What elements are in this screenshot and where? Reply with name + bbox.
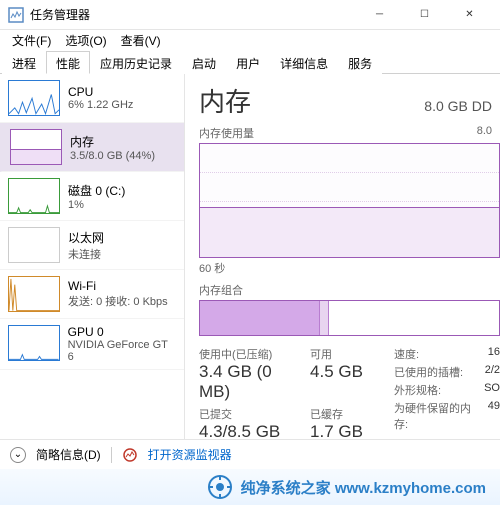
chart-x-axis: 60 秒 — [199, 260, 500, 276]
usage-chart-label: 内存使用量 — [199, 125, 254, 141]
sidebar-item-memory[interactable]: 内存 3.5/8.0 GB (44%) — [0, 123, 184, 172]
detail-slots-value: 2/2 — [485, 364, 500, 380]
watermark-logo-icon — [207, 474, 233, 500]
memory-thumb — [10, 129, 62, 165]
separator — [111, 447, 112, 463]
menu-view[interactable]: 查看(V) — [115, 31, 167, 50]
tabbar: 进程 性能 应用历史记录 启动 用户 详细信息 服务 — [0, 50, 500, 74]
composition-label: 内存组合 — [199, 282, 243, 298]
menu-options[interactable]: 选项(O) — [59, 31, 112, 50]
sidebar: CPU 6% 1.22 GHz 内存 3.5/8.0 GB (44%) 磁盘 0… — [0, 74, 185, 469]
sidebar-item-cpu[interactable]: CPU 6% 1.22 GHz — [0, 74, 184, 123]
resmon-icon — [122, 447, 138, 463]
sidebar-item-sub: 未连接 — [68, 246, 104, 262]
sidebar-item-sub: 3.5/8.0 GB (44%) — [70, 150, 155, 162]
watermark: 纯净系统之家 www.kzmyhome.com — [0, 469, 500, 505]
sidebar-item-label: 磁盘 0 (C:) — [68, 182, 125, 199]
sidebar-item-sub: 发送: 0 接收: 0 Kbps — [68, 293, 168, 309]
wifi-thumb — [8, 276, 60, 312]
close-button[interactable]: ✕ — [447, 0, 492, 30]
sidebar-item-gpu[interactable]: GPU 0 NVIDIA GeForce GT 6 — [0, 319, 184, 370]
stat-inuse-label: 使用中(已压缩) — [199, 346, 292, 362]
maximize-button[interactable]: ☐ — [402, 0, 447, 30]
window-controls: ─ ☐ ✕ — [357, 0, 492, 30]
ethernet-thumb — [8, 227, 60, 263]
app-icon — [8, 7, 24, 23]
tab-users[interactable]: 用户 — [226, 51, 270, 74]
sidebar-item-sub: 6% 1.22 GHz — [68, 99, 133, 111]
minimize-button[interactable]: ─ — [357, 0, 402, 30]
usage-chart-max: 8.0 — [477, 125, 492, 141]
main-panel: 内存 8.0 GB DD 内存使用量 8.0 60 秒 内存组合 使用中(已压缩… — [185, 74, 500, 469]
detail-speed-label: 速度: — [394, 346, 419, 362]
sidebar-item-label: GPU 0 — [68, 325, 176, 339]
memory-composition-chart — [199, 300, 500, 336]
stat-cached-label: 已缓存 — [310, 406, 376, 422]
tab-processes[interactable]: 进程 — [2, 51, 46, 74]
cpu-thumb — [8, 80, 60, 116]
sidebar-item-wifi[interactable]: Wi-Fi 发送: 0 接收: 0 Kbps — [0, 270, 184, 319]
sidebar-item-label: Wi-Fi — [68, 279, 168, 293]
open-resmon-link[interactable]: 打开资源监视器 — [148, 446, 232, 463]
sidebar-item-label: 内存 — [70, 133, 155, 150]
watermark-text: 纯净系统之家 www.kzmyhome.com — [241, 477, 486, 498]
detail-reserved-value: 49 — [488, 400, 500, 432]
sidebar-item-ethernet[interactable]: 以太网 未连接 — [0, 221, 184, 270]
sidebar-item-sub: 1% — [68, 199, 125, 211]
memory-usage-chart — [199, 143, 500, 258]
detail-speed-value: 16 — [488, 346, 500, 362]
tab-performance[interactable]: 性能 — [46, 51, 90, 74]
menu-file[interactable]: 文件(F) — [6, 31, 57, 50]
content: CPU 6% 1.22 GHz 内存 3.5/8.0 GB (44%) 磁盘 0… — [0, 74, 500, 469]
brief-info-link[interactable]: 简略信息(D) — [36, 446, 101, 463]
sidebar-item-label: CPU — [68, 85, 133, 99]
page-title: 内存 — [199, 82, 251, 119]
stat-inuse-value: 3.4 GB (0 MB) — [199, 362, 292, 402]
tab-startup[interactable]: 启动 — [182, 51, 226, 74]
footer-bar: ⌄ 简略信息(D) 打开资源监视器 — [0, 439, 500, 469]
stat-available-value: 4.5 GB — [310, 362, 376, 382]
stat-available-label: 可用 — [310, 346, 376, 362]
window-title: 任务管理器 — [30, 6, 357, 23]
detail-reserved-label: 为硬件保留的内存: — [394, 400, 476, 432]
sidebar-item-disk[interactable]: 磁盘 0 (C:) 1% — [0, 172, 184, 221]
tab-details[interactable]: 详细信息 — [270, 51, 338, 74]
detail-slots-label: 已使用的插槽: — [394, 364, 463, 380]
stat-committed-label: 已提交 — [199, 406, 292, 422]
sidebar-item-sub: NVIDIA GeForce GT 6 — [68, 339, 176, 363]
tab-services[interactable]: 服务 — [338, 51, 382, 74]
gpu-thumb — [8, 325, 60, 361]
sidebar-item-label: 以太网 — [68, 229, 104, 246]
chevron-down-icon[interactable]: ⌄ — [10, 447, 26, 463]
detail-form-label: 外形规格: — [394, 382, 441, 398]
titlebar: 任务管理器 ─ ☐ ✕ — [0, 0, 500, 30]
menubar: 文件(F) 选项(O) 查看(V) — [0, 30, 500, 50]
disk-thumb — [8, 178, 60, 214]
tab-app-history[interactable]: 应用历史记录 — [90, 51, 182, 74]
memory-capacity: 8.0 GB DD — [424, 98, 492, 114]
detail-form-value: SO — [484, 382, 500, 398]
